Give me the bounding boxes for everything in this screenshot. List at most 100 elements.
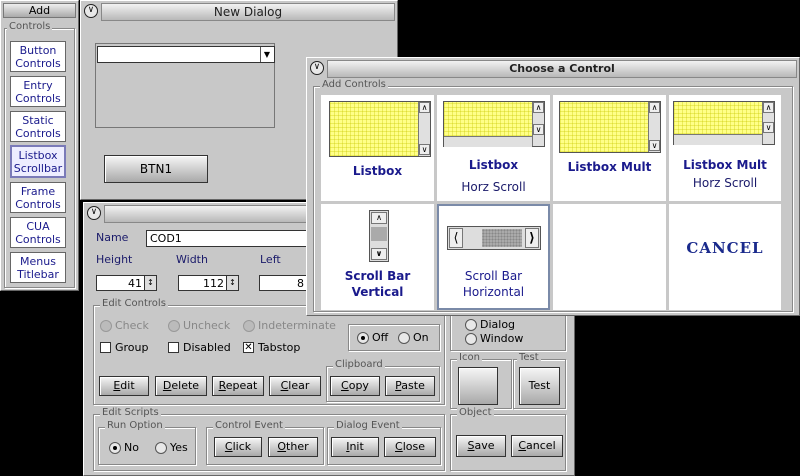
listbox-mult-caption: Listbox Mult [567,160,652,174]
listbox-mult-preview: ∧ ∨ [559,101,661,153]
disabled-label: Disabled [183,341,231,354]
hscroll-caption-2: Horizontal [462,285,525,299]
clipboard-label: Clipboard [333,359,385,370]
object-label: Object [457,407,494,418]
repeat-button[interactable]: Repeat [212,376,264,396]
on-radio[interactable] [398,332,410,344]
run-option-label: Run Option [105,420,165,431]
listbox-caption: Listbox [352,164,403,178]
control-grid: ∧ ∨ Listbox ∧ ∨ Listbox Horz Scroll ∧ ∨ … [321,95,781,310]
icon-label: Icon [457,352,482,363]
cancel-caption: CANCEL [686,239,764,257]
width-field[interactable]: 112 ↕ [178,275,239,291]
new-dialog-menu-icon[interactable]: ∨ [84,4,98,18]
editor-menu-icon[interactable]: ∨ [87,206,101,220]
vscroll-preview: ∧ ∨ [369,210,389,262]
run-yes-label: Yes [170,441,188,454]
other-button[interactable]: Other [268,437,318,457]
choice-listbox-mult-horz[interactable]: ∧ ∨ Listbox Mult Horz Scroll [669,95,781,201]
height-spin-icon[interactable]: ↕ [144,276,156,290]
toolbox-title: Add [3,3,76,18]
run-no-label: No [124,441,139,454]
toolbox-frame-controls[interactable]: Frame Controls [10,182,66,213]
toolbox-cua-controls[interactable]: CUA Controls [10,217,66,248]
chooser-menu-icon[interactable]: ∨ [310,61,324,75]
window-label: Window [480,332,524,345]
indeterminate-label: Indeterminate [258,319,336,332]
run-yes-radio[interactable] [155,442,167,454]
click-button[interactable]: Click [214,437,262,457]
toolbox-button-controls[interactable]: Button Controls [10,41,66,72]
toolbox-menus-titlebar[interactable]: Menus Titlebar [10,252,66,283]
save-button[interactable]: Save [456,435,506,457]
off-radio[interactable] [357,332,369,344]
uncheck-label: Uncheck [183,319,231,332]
choice-listbox-horz[interactable]: ∧ ∨ Listbox Horz Scroll [437,95,550,201]
edit-controls-label: Edit Controls [100,298,168,309]
run-no-radio[interactable] [109,442,121,454]
left-label: Left [260,253,281,266]
icon-button[interactable] [458,367,498,405]
dialog-event-label: Dialog Event [334,420,402,431]
chooser-titlebar[interactable]: Choose a Control [327,60,797,78]
cancel-button[interactable]: Cancel [511,435,563,457]
combo-dropdown-icon[interactable]: ▼ [260,47,273,62]
on-label: On [413,331,429,344]
test-button[interactable]: Test [519,367,560,405]
group-checkbox[interactable] [100,342,111,353]
hscroll-preview: ⟨ ⟩ [447,226,541,250]
listbox-horz-caption-1: Listbox [468,158,519,172]
test-label: Test [517,352,541,363]
choice-cancel[interactable]: CANCEL [669,204,781,310]
uncheck-radio[interactable] [168,320,180,332]
window-radio[interactable] [465,333,477,345]
width-label: Width [176,253,208,266]
edit-scripts-label: Edit Scripts [100,407,161,418]
toolbox-panel: Add Controls Button Controls Entry Contr… [0,0,79,291]
choose-control-window: Choose a Control ∨ Add Controls ∧ ∨ List… [306,57,800,316]
clear-button[interactable]: Clear [269,376,321,396]
edit-button[interactable]: Edit [99,376,149,396]
indeterminate-radio[interactable] [243,320,255,332]
check-radio[interactable] [100,320,112,332]
listbox-horz-preview: ∧ ∨ [443,101,545,147]
close-button[interactable]: Close [384,437,436,457]
toolbox-entry-controls[interactable]: Entry Controls [10,76,66,107]
chooser-title: Choose a Control [509,62,615,75]
listbox-mult-horz-caption-2: Horz Scroll [692,176,758,190]
tabstop-checkbox[interactable]: ✕ [243,342,254,353]
hscroll-caption-1: Scroll Bar [464,269,523,283]
choice-empty [553,204,666,310]
choice-listbox[interactable]: ∧ ∨ Listbox [321,95,434,201]
new-dialog-combo[interactable]: ▼ [97,46,275,63]
left-field[interactable]: 8 [259,275,308,291]
listbox-preview: ∧ ∨ [329,101,431,157]
check-label: Check [115,319,149,332]
listbox-mult-horz-preview: ∧ ∨ [673,101,775,145]
dialog-radio[interactable] [465,319,477,331]
toolbox-group-label: Controls [7,21,53,32]
new-dialog-title: New Dialog [213,5,283,19]
copy-button[interactable]: Copy [330,376,380,396]
choice-listbox-mult[interactable]: ∧ ∨ Listbox Mult [553,95,666,201]
toolbox-static-controls[interactable]: Static Controls [10,111,66,142]
off-label: Off [372,331,389,344]
listbox-horz-caption-2: Horz Scroll [461,180,526,194]
toolbox-listbox-scrollbar[interactable]: Listbox Scrollbar [10,145,66,178]
new-dialog-titlebar[interactable]: New Dialog [101,3,395,21]
name-label: Name [96,231,129,244]
paste-button[interactable]: Paste [385,376,435,396]
name-field[interactable]: COD1 [146,230,308,247]
init-button[interactable]: Init [331,437,379,457]
height-field[interactable]: 41 ↕ [96,275,157,291]
btn1-button[interactable]: BTN1 [104,155,208,183]
vscroll-caption-2: Vertical [351,285,404,299]
disabled-checkbox[interactable] [168,342,179,353]
choice-scrollbar-vertical[interactable]: ∧ ∨ Scroll Bar Vertical [321,204,434,310]
choice-scrollbar-horizontal[interactable]: ⟨ ⟩ Scroll Bar Horizontal [437,204,550,310]
vscroll-caption-1: Scroll Bar [344,269,411,283]
delete-button[interactable]: Delete [155,376,207,396]
width-spin-icon[interactable]: ↕ [226,276,238,290]
height-label: Height [96,253,133,266]
tabstop-label: Tabstop [258,341,301,354]
